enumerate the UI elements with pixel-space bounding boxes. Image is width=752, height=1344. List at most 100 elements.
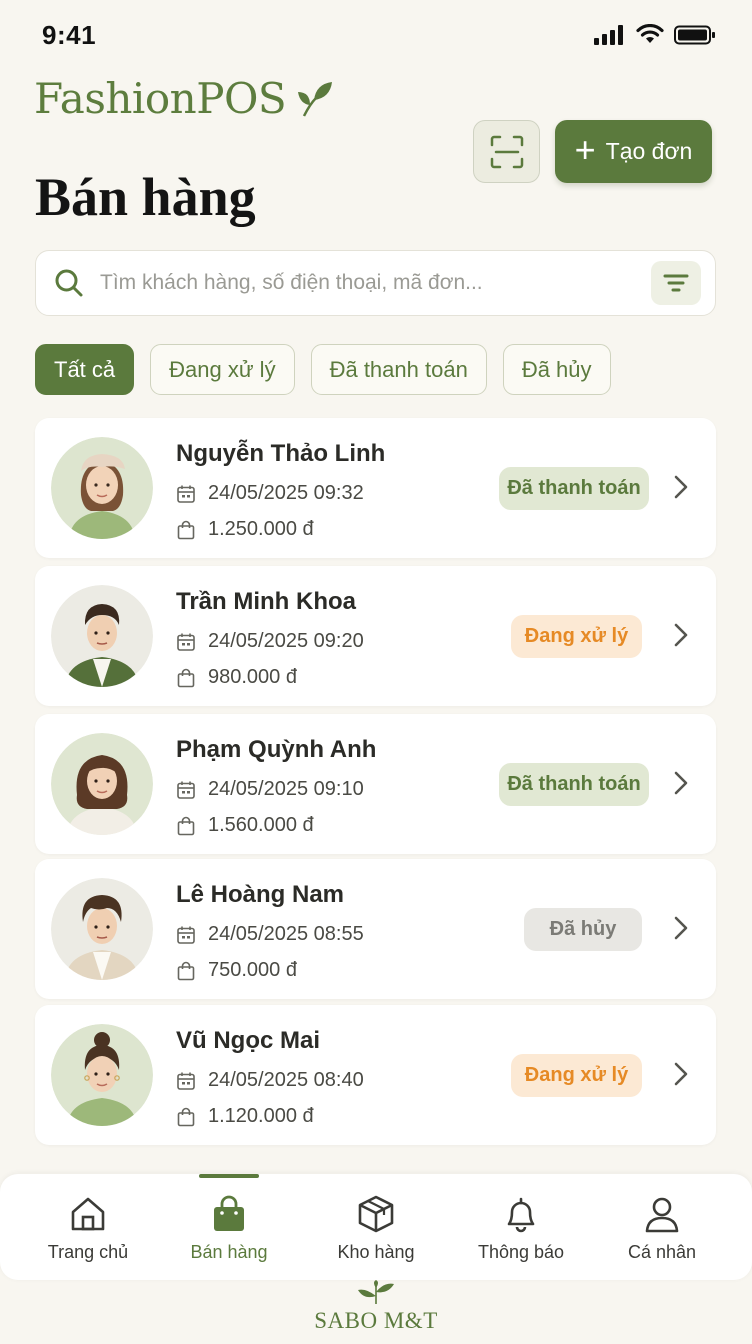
shopping-bag-icon (177, 961, 195, 980)
order-amount-row: 1.250.000 đ (176, 518, 314, 541)
customer-avatar-image (51, 878, 153, 980)
chevron-right-icon[interactable] (673, 915, 689, 941)
customer-name: Vũ Ngọc Mai (176, 1027, 321, 1054)
nav-label-home: Trang chủ (47, 1242, 129, 1262)
shopping-bag-icon (177, 1107, 195, 1126)
tab-paid[interactable]: Đã thanh toán (310, 344, 487, 395)
status-badge: Đã thanh toán (499, 763, 649, 806)
order-datetime: 24/05/2025 09:20 (208, 630, 364, 652)
order-amount: 1.120.000 đ (208, 1105, 314, 1127)
status-time: 9:41 (42, 20, 97, 50)
avatar (51, 1024, 153, 1126)
order-datetime: 24/05/2025 08:40 (208, 1069, 364, 1091)
nav-label-inventory: Kho hàng (337, 1242, 415, 1262)
order-amount-row: 750.000 đ (176, 959, 297, 982)
nav-item-home[interactable]: Trang chủ (13, 1174, 163, 1280)
user-icon (645, 1197, 679, 1233)
customer-name: Lê Hoàng Nam (176, 881, 345, 908)
create-order-label: Tạo đơn (605, 138, 693, 164)
avatar (51, 585, 153, 687)
nav-item-inventory[interactable]: Kho hàng (301, 1174, 451, 1280)
customer-avatar-image (51, 1024, 153, 1126)
nav-item-notifications[interactable]: Thông báo (446, 1174, 596, 1280)
tab-cancelled[interactable]: Đã hủy (502, 344, 611, 395)
order-amount-row: 1.120.000 đ (176, 1105, 314, 1128)
tab-processing[interactable]: Đang xử lý (150, 344, 295, 395)
order-date-row: 24/05/2025 09:32 (176, 482, 364, 505)
scan-icon (490, 135, 523, 168)
status-badge: Đang xử lý (511, 615, 642, 658)
chevron-right-icon[interactable] (673, 1061, 689, 1087)
nav-label-notifications: Thông báo (477, 1242, 565, 1262)
calendar-icon (177, 485, 195, 503)
filter-icon (663, 274, 689, 292)
order-date-row: 24/05/2025 09:20 (176, 630, 364, 653)
chevron-right-icon[interactable] (673, 622, 689, 648)
filter-button[interactable] (651, 261, 701, 305)
nav-item-profile[interactable]: Cá nhân (587, 1174, 737, 1280)
footer-brand-text: SABO M&T (314, 1308, 438, 1333)
order-card[interactable]: Nguyễn Thảo Linh 24/05/2025 09:32 1.250.… (35, 418, 716, 558)
status-bar: 9:41 (0, 0, 752, 72)
customer-name: Nguyễn Thảo Linh (176, 440, 386, 467)
tab-all[interactable]: Tất cả (35, 344, 135, 395)
calendar-icon (177, 1072, 195, 1090)
brand-name: FashionPOS (34, 74, 287, 123)
order-amount-row: 1.560.000 đ (176, 814, 314, 837)
leaf-icon (298, 81, 333, 117)
customer-avatar-image (51, 437, 153, 539)
scan-button[interactable] (473, 120, 540, 183)
customer-avatar-image (51, 733, 153, 835)
signal-icon (594, 24, 623, 45)
create-order-button[interactable]: + Tạo đơn (555, 120, 712, 183)
chevron-right-icon[interactable] (673, 474, 689, 500)
customer-avatar-image (51, 585, 153, 687)
search-icon (55, 269, 83, 297)
customer-name: Trần Minh Khoa (176, 588, 356, 615)
nav-item-sales[interactable]: Bán hàng (154, 1174, 304, 1280)
order-amount: 1.560.000 đ (208, 814, 314, 836)
status-badge: Đang xử lý (511, 1054, 642, 1097)
avatar (51, 733, 153, 835)
page-title: Bán hàng (35, 167, 256, 227)
home-icon (71, 1197, 105, 1231)
box-icon (358, 1195, 394, 1233)
footer-brand: SABO M&T (0, 1280, 752, 1344)
shopping-bag-icon (177, 520, 195, 539)
customer-name: Phạm Quỳnh Anh (176, 736, 377, 763)
plus-icon: + (574, 128, 596, 170)
order-amount: 1.250.000 đ (208, 518, 314, 540)
avatar (51, 437, 153, 539)
bell-icon (507, 1197, 535, 1233)
brand-logo: FashionPOS (34, 74, 338, 123)
chevron-right-icon[interactable] (673, 770, 689, 796)
order-amount: 750.000 đ (208, 959, 297, 981)
shopping-bag-icon (177, 668, 195, 687)
order-card[interactable]: Lê Hoàng Nam 24/05/2025 08:55 750.000 đ … (35, 859, 716, 999)
order-datetime: 24/05/2025 09:10 (208, 778, 364, 800)
battery-icon (674, 25, 715, 44)
calendar-icon (177, 633, 195, 651)
order-date-row: 24/05/2025 09:10 (176, 778, 364, 801)
nav-label-sales: Bán hàng (190, 1242, 268, 1262)
status-tabs: Tất cả Đang xử lý Đã thanh toán Đã hủy (35, 344, 611, 395)
order-datetime: 24/05/2025 09:32 (208, 482, 364, 504)
order-card[interactable]: Phạm Quỳnh Anh 24/05/2025 09:10 1.560.00… (35, 714, 716, 854)
avatar (51, 878, 153, 980)
search-input[interactable]: Tìm khách hàng, số điện thoại, mã đơn... (100, 271, 651, 295)
calendar-icon (177, 781, 195, 799)
order-datetime: 24/05/2025 08:55 (208, 923, 364, 945)
shopping-bag-icon (177, 816, 195, 835)
order-date-row: 24/05/2025 08:55 (176, 923, 364, 946)
leaf-icon (358, 1280, 394, 1305)
nav-label-profile: Cá nhân (627, 1242, 697, 1262)
order-date-row: 24/05/2025 08:40 (176, 1069, 364, 1092)
search-bar[interactable]: Tìm khách hàng, số điện thoại, mã đơn... (35, 250, 716, 316)
wifi-icon (636, 24, 664, 43)
calendar-icon (177, 926, 195, 944)
status-badge: Đã hủy (524, 908, 642, 951)
order-card[interactable]: Trần Minh Khoa 24/05/2025 09:20 980.000 … (35, 566, 716, 706)
status-badge: Đã thanh toán (499, 467, 649, 510)
order-card[interactable]: Vũ Ngọc Mai 24/05/2025 08:40 1.120.000 đ… (35, 1005, 716, 1145)
shopping-bag-icon (214, 1195, 244, 1231)
